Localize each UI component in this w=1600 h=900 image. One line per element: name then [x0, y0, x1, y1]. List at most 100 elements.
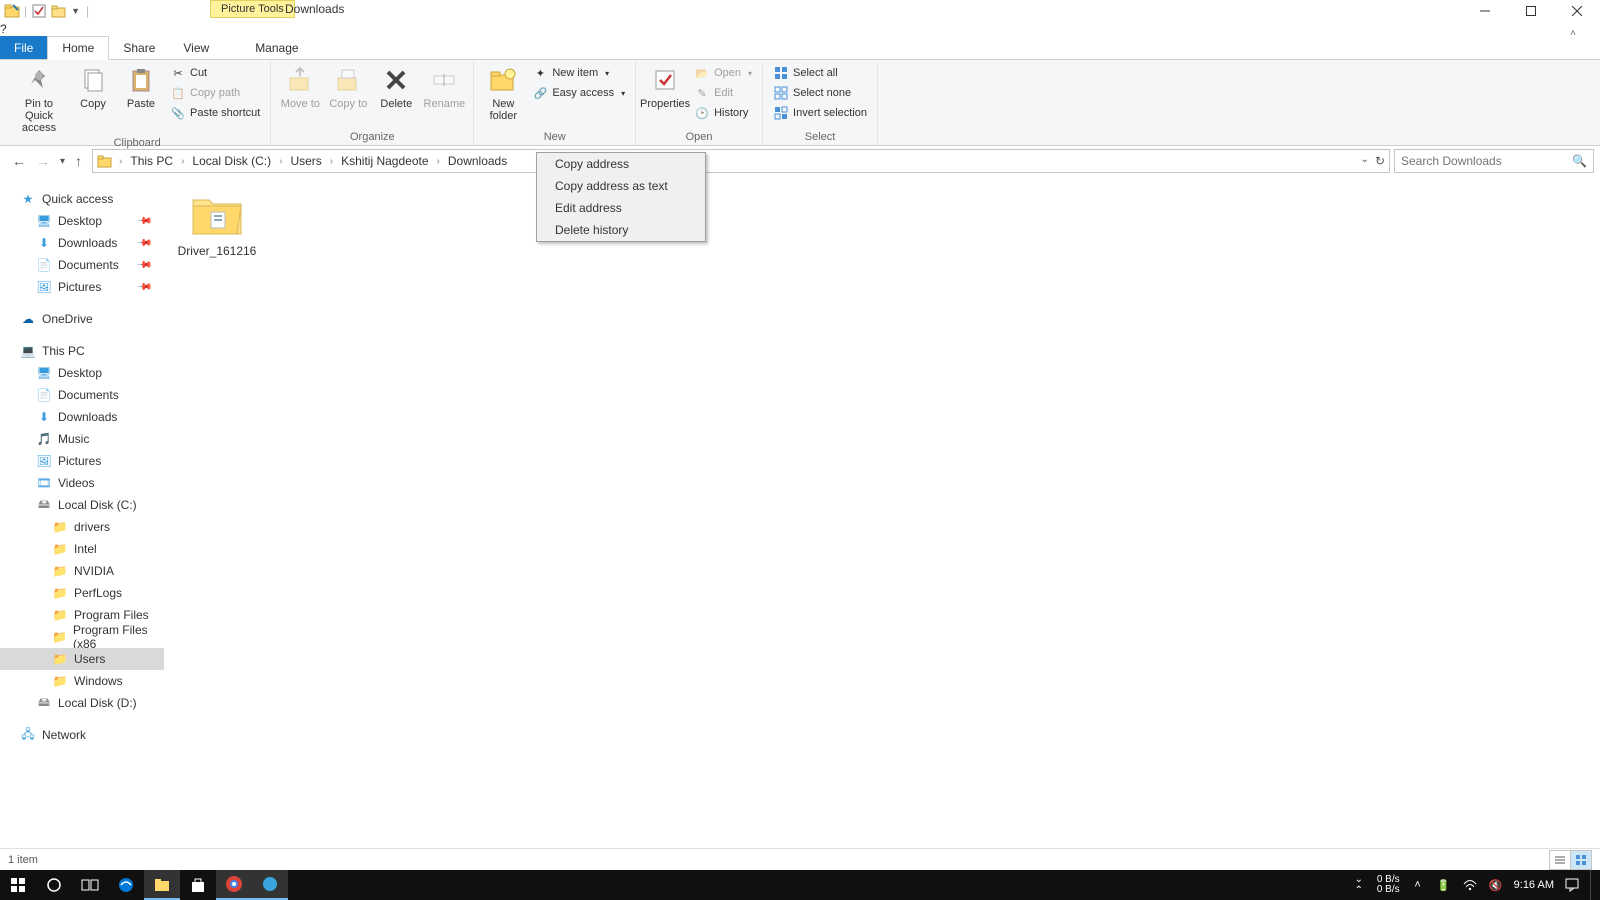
tree-pc-music[interactable]: 🎵Music: [0, 428, 164, 450]
tab-manage[interactable]: Manage: [241, 36, 312, 59]
properties-checkbox-icon[interactable]: [31, 3, 47, 19]
start-button[interactable]: [0, 870, 36, 900]
qat-dropdown-icon[interactable]: ▼: [71, 6, 80, 16]
copy-to-button[interactable]: Copy to: [325, 62, 371, 112]
minimize-button[interactable]: [1462, 0, 1508, 22]
breadcrumb-this-pc[interactable]: This PC: [128, 154, 175, 168]
details-view-button[interactable]: [1549, 850, 1571, 870]
tree-pc-videos[interactable]: 🎞Videos: [0, 472, 164, 494]
wifi-icon[interactable]: [1462, 879, 1478, 891]
chevron-right-icon[interactable]: ›: [179, 156, 186, 167]
tree-qa-pictures[interactable]: 🖼Pictures📌: [0, 276, 164, 298]
easy-access-button[interactable]: 🔗Easy access▾: [528, 84, 629, 102]
pin-to-quick-access-button[interactable]: Pin to Quick access: [10, 62, 68, 136]
forward-button[interactable]: →: [36, 153, 50, 169]
properties-button[interactable]: Properties: [642, 62, 688, 112]
tray-expand-icon[interactable]: ⌄⌃: [1351, 874, 1367, 896]
tree-onedrive[interactable]: ☁OneDrive: [0, 308, 164, 330]
context-edit-address[interactable]: Edit address: [537, 197, 705, 219]
breadcrumb-user-folder[interactable]: Kshitij Nagdeote: [339, 154, 430, 168]
chevron-right-icon[interactable]: ›: [277, 156, 284, 167]
move-to-button[interactable]: Move to: [277, 62, 323, 112]
icons-view-button[interactable]: [1570, 850, 1592, 870]
address-history-dropdown[interactable]: ⌄: [1361, 154, 1369, 168]
tree-quick-access[interactable]: ★Quick access: [0, 188, 164, 210]
new-folder-button[interactable]: New folder: [480, 62, 526, 124]
breadcrumb-local-disk-c[interactable]: Local Disk (C:): [190, 154, 273, 168]
taskbar-edge[interactable]: [108, 870, 144, 900]
select-all-button[interactable]: Select all: [769, 64, 871, 82]
action-center-icon[interactable]: [1564, 878, 1580, 892]
battery-icon[interactable]: 🔋: [1436, 879, 1452, 892]
taskbar-chrome[interactable]: [216, 870, 252, 900]
cut-button[interactable]: ✂Cut: [166, 64, 264, 82]
search-input[interactable]: [1401, 154, 1587, 168]
recent-locations-button[interactable]: ▾: [60, 156, 65, 167]
context-copy-address-text[interactable]: Copy address as text: [537, 175, 705, 197]
chevron-right-icon[interactable]: ›: [117, 156, 124, 167]
tree-pc-documents[interactable]: 📄Documents: [0, 384, 164, 406]
paste-button[interactable]: Paste: [118, 62, 164, 112]
tree-c-intel[interactable]: 📁Intel: [0, 538, 164, 560]
chevron-right-icon[interactable]: ›: [328, 156, 335, 167]
breadcrumb-users[interactable]: Users: [288, 154, 323, 168]
taskbar-explorer[interactable]: [144, 870, 180, 900]
maximize-button[interactable]: [1508, 0, 1554, 22]
cortana-button[interactable]: [36, 870, 72, 900]
context-copy-address[interactable]: Copy address: [537, 153, 705, 175]
copy-button[interactable]: Copy: [70, 62, 116, 112]
open-button[interactable]: 📂Open▾: [690, 64, 756, 82]
history-button[interactable]: 🕑History: [690, 104, 756, 122]
tree-c-perflogs[interactable]: 📁PerfLogs: [0, 582, 164, 604]
content-pane[interactable]: Driver_161216: [164, 176, 1600, 802]
tree-pc-local-disk-c[interactable]: 🖴Local Disk (C:): [0, 494, 164, 516]
new-item-button[interactable]: ✦New item▾: [528, 64, 629, 82]
tree-c-drivers[interactable]: 📁drivers: [0, 516, 164, 538]
refresh-button[interactable]: ↻: [1375, 154, 1385, 168]
volume-muted-icon[interactable]: 🔇: [1488, 879, 1504, 892]
tree-qa-desktop[interactable]: 🖥Desktop📌: [0, 210, 164, 232]
edit-button[interactable]: ✎Edit: [690, 84, 756, 102]
back-button[interactable]: ←: [12, 153, 26, 169]
tab-file[interactable]: File: [0, 36, 47, 59]
invert-selection-button[interactable]: Invert selection: [769, 104, 871, 122]
tree-qa-downloads[interactable]: ⬇Downloads📌: [0, 232, 164, 254]
taskbar-app[interactable]: [252, 870, 288, 900]
tree-pc-downloads[interactable]: ⬇Downloads: [0, 406, 164, 428]
tree-pc-local-disk-d[interactable]: 🖴Local Disk (D:): [0, 692, 164, 714]
tab-share[interactable]: Share: [109, 36, 169, 59]
tree-pc-pictures[interactable]: 🖼Pictures: [0, 450, 164, 472]
tree-c-program-files-x86[interactable]: 📁Program Files (x86: [0, 626, 164, 648]
address-context-menu: Copy address Copy address as text Edit a…: [536, 152, 706, 242]
tray-chevron-up-icon[interactable]: ˄: [1410, 879, 1426, 891]
tree-pc-desktop[interactable]: 🖥Desktop: [0, 362, 164, 384]
tree-network[interactable]: 🖧Network: [0, 724, 164, 746]
paste-shortcut-button[interactable]: 📎Paste shortcut: [166, 104, 264, 122]
up-button[interactable]: ↑: [75, 153, 82, 169]
copy-path-button[interactable]: 📋Copy path: [166, 84, 264, 102]
delete-button[interactable]: Delete: [373, 62, 419, 112]
tab-view[interactable]: View: [169, 36, 223, 59]
tree-this-pc[interactable]: 💻This PC: [0, 340, 164, 362]
chevron-right-icon[interactable]: ›: [435, 156, 442, 167]
file-item[interactable]: Driver_161216: [172, 188, 262, 258]
show-desktop-button[interactable]: [1590, 870, 1596, 900]
clock[interactable]: 9:16 AM: [1514, 879, 1554, 891]
address-bar[interactable]: › This PC › Local Disk (C:) › Users › Ks…: [92, 149, 1390, 173]
breadcrumb-downloads[interactable]: Downloads: [446, 154, 509, 168]
task-view-button[interactable]: [72, 870, 108, 900]
help-icon[interactable]: ?: [0, 22, 7, 36]
close-button[interactable]: [1554, 0, 1600, 22]
select-none-button[interactable]: Select none: [769, 84, 871, 102]
taskbar-store[interactable]: [180, 870, 216, 900]
tree-qa-documents[interactable]: 📄Documents📌: [0, 254, 164, 276]
rename-button[interactable]: Rename: [421, 62, 467, 112]
context-delete-history[interactable]: Delete history: [537, 219, 705, 241]
tree-c-windows[interactable]: 📁Windows: [0, 670, 164, 692]
new-folder-qat-icon[interactable]: [51, 3, 67, 19]
ribbon-collapse-icon[interactable]: ˄: [1570, 28, 1576, 39]
tree-c-users[interactable]: 📁Users: [0, 648, 164, 670]
tab-home[interactable]: Home: [47, 36, 109, 60]
tree-c-nvidia[interactable]: 📁NVIDIA: [0, 560, 164, 582]
search-box[interactable]: 🔍: [1394, 149, 1594, 173]
